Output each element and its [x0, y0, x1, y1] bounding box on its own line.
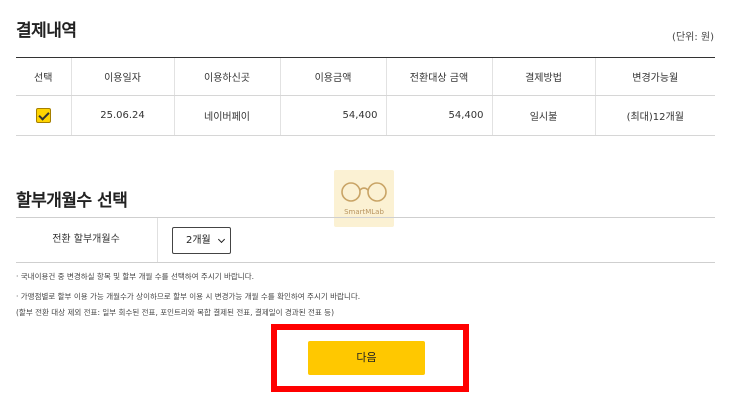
column-header-merchant: 이용하신곳	[173, 57, 280, 96]
next-button[interactable]: 다음	[308, 341, 425, 375]
installment-row: 전환 할부개월수 2개월	[16, 217, 715, 263]
payment-history-title: 결제내역	[16, 21, 77, 41]
available-months-cell: (최대)12개월	[594, 95, 715, 136]
payment-method-cell: 일시불	[491, 95, 595, 136]
field-divider	[157, 218, 158, 262]
notice-text: · 국내이용건 중 변경하실 항목 및 할부 개월 수를 선택하여 주시기 바랍…	[16, 272, 254, 281]
date-cell: 25.06.24	[70, 95, 174, 136]
glasses-icon	[341, 182, 387, 202]
column-header-date: 이용일자	[70, 57, 174, 96]
column-header-select: 선택	[16, 57, 71, 96]
amount-cell: 54,400	[279, 95, 386, 136]
select-cell	[16, 95, 71, 136]
row-select-checkbox[interactable]	[35, 108, 51, 123]
table-row[interactable]: 25.06.24 네이버페이 54,400 54,400 일시불 (최대)12개…	[16, 95, 715, 136]
unit-label: (단위: 원)	[672, 32, 714, 43]
column-header-convertible-amount: 전환대상 금액	[385, 57, 492, 96]
watermark-text: SmartMLab	[344, 208, 384, 216]
installment-title: 할부개월수 선택	[16, 191, 128, 211]
installment-field-label: 전환 할부개월수	[52, 234, 120, 245]
installment-months-select[interactable]: 2개월	[172, 227, 231, 254]
payment-history-table: 선택 이용일자 이용하신곳 이용금액 전환대상 금액 결제방법 변경가능월 25…	[16, 57, 715, 136]
column-header-amount: 이용금액	[279, 57, 386, 96]
convertible-amount-cell: 54,400	[385, 95, 492, 136]
table-header-row: 선택 이용일자 이용하신곳 이용금액 전환대상 금액 결제방법 변경가능월	[16, 57, 715, 96]
merchant-cell: 네이버페이	[173, 95, 280, 136]
notice-text: (할부 전환 대상 제외 전표: 일부 회수된 전표, 포인트리와 복합 결제된…	[16, 308, 335, 317]
installment-selected-value: 2개월	[186, 235, 211, 246]
column-header-payment-method: 결제방법	[491, 57, 595, 96]
column-header-available-months: 변경가능월	[594, 57, 715, 96]
chevron-down-icon	[217, 235, 226, 244]
notice-text: · 가맹점별로 할부 이용 가능 개월수가 상이하므로 할부 이용 시 변경가능…	[16, 292, 361, 301]
